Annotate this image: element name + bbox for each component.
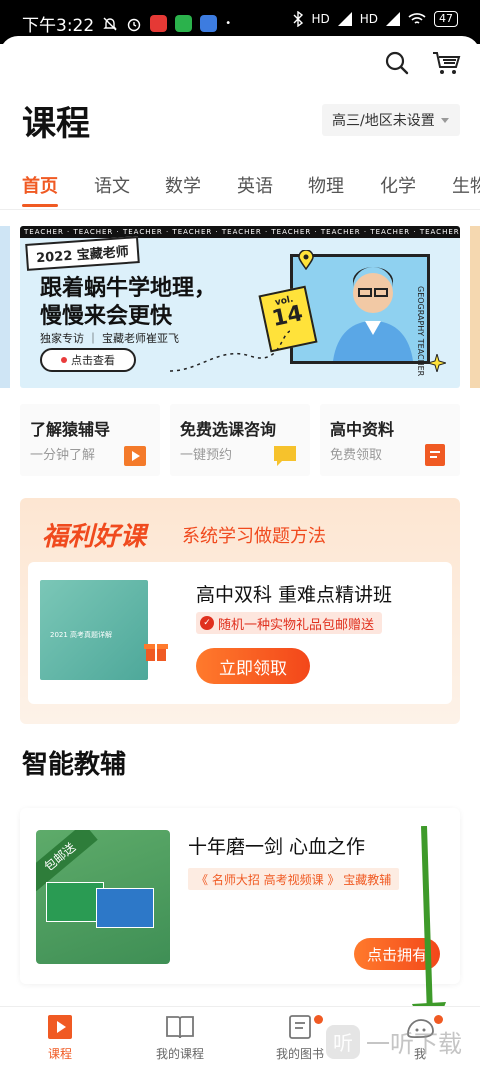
teacher-portrait: [290, 254, 430, 364]
signal-icon-2: [386, 12, 400, 26]
tutoring-product-image: 包邮送: [36, 830, 170, 964]
grade-select-label: 高三/地区未设置: [332, 113, 435, 129]
tab-home[interactable]: 首页: [22, 172, 58, 198]
course-book-image: 2021 高考真题详解: [40, 580, 148, 680]
banner-subline: 独家专访 ｜ 宝藏老师崔亚飞: [40, 332, 179, 345]
document-icon: [425, 444, 445, 466]
chat-bubble-icon: [274, 446, 296, 466]
grade-region-select[interactable]: 高三/地区未设置: [322, 104, 460, 136]
battery-indicator: 47: [434, 11, 458, 27]
banner-tag: 2022 宝藏老师: [25, 236, 140, 271]
tutoring-tag: 《 名师大招 高考视频课 》 宝藏教辅: [188, 868, 400, 890]
promo-course-title: 高中双科 重难点精讲班: [196, 584, 393, 606]
mute-bell-icon: [103, 17, 117, 30]
more-dot-icon: •: [225, 18, 232, 29]
watermark-logo-icon: 听: [326, 1024, 360, 1059]
nav-label: 我的课程: [155, 1047, 204, 1061]
sparkle-icon: [428, 354, 446, 372]
quick-card-title: 免费选课咨询: [180, 420, 277, 439]
bluetooth-icon: [293, 11, 304, 27]
quick-card-subtitle: 一键预约: [180, 448, 233, 463]
tab-chemistry[interactable]: 化学: [380, 172, 416, 198]
netease-music-icon: [150, 15, 168, 32]
section-title-smart-tutoring: 智能教辅: [22, 750, 127, 780]
tab-biology[interactable]: 生物: [452, 172, 480, 198]
banner-headline-2: 慢慢来会更快: [40, 304, 173, 329]
play-course-icon: [48, 1015, 72, 1039]
get-it-button[interactable]: 点击拥有: [354, 938, 440, 970]
claim-now-button[interactable]: 立即领取: [196, 648, 310, 684]
status-time: 下午3:22: [22, 16, 95, 36]
quick-card-subtitle: 一分钟了解: [30, 448, 96, 463]
caret-down-icon: [440, 117, 449, 123]
dotted-path-decoration: [170, 330, 290, 372]
promo-gift-label: 随机一种实物礼品包邮赠送: [218, 617, 375, 633]
gift-box-icon: [144, 644, 168, 661]
nav-label: 课程: [47, 1047, 72, 1061]
blue-book-box: [96, 888, 154, 928]
signal-hd-2: HD: [359, 12, 378, 26]
search-icon[interactable]: [384, 50, 410, 76]
active-tab-indicator: [22, 204, 58, 207]
banner-view-button[interactable]: 点击查看: [40, 348, 136, 372]
notification-dot: [314, 1015, 323, 1024]
subject-tabs: 首页 语文 数学 英语 物理 化学 生物: [0, 164, 480, 210]
promo-gift-badge: ✓ 随机一种实物礼品包邮赠送: [196, 612, 383, 634]
red-dot-icon: [61, 357, 67, 363]
welfare-course-section: 福利好课 系统学习做题方法 2021 高考真题详解 高中双科 重难点精讲班 ✓ 随…: [20, 498, 460, 724]
page-title: 课程: [22, 104, 90, 144]
status-left: 下午3:22 •: [22, 11, 231, 36]
location-pin-icon: [298, 250, 314, 270]
tab-chinese[interactable]: 语文: [94, 172, 130, 198]
nav-courses[interactable]: 课程: [0, 1013, 120, 1062]
watermark-text: 一听下载: [366, 1030, 462, 1058]
banner-prev-peek[interactable]: [0, 226, 10, 388]
app-screen: 课程 高三/地区未设置 首页 语文 数学 英语 物理 化学 生物 TEACHER…: [0, 36, 480, 1067]
promo-course-card[interactable]: 2021 高考真题详解 高中双科 重难点精讲班 ✓ 随机一种实物礼品包邮赠送 立即…: [28, 562, 452, 704]
tutoring-title: 十年磨一剑 心血之作: [188, 836, 366, 858]
wechat-icon: [175, 15, 193, 32]
cart-icon[interactable]: [432, 50, 462, 76]
notebook-icon: [289, 1015, 311, 1039]
book-icon: [166, 1016, 194, 1039]
signal-icon: [337, 12, 352, 26]
tutoring-product-card[interactable]: 包邮送 十年磨一剑 心血之作 《 名师大招 高考视频课 》 宝藏教辅 点击拥有: [20, 808, 460, 984]
quick-card-title: 了解猿辅导: [30, 420, 111, 439]
quick-card-title: 高中资料: [330, 420, 395, 439]
wifi-icon: [408, 13, 426, 24]
banner-ribbon: TEACHER · TEACHER · TEACHER · TEACHER · …: [20, 226, 460, 238]
book-cover-text: 2021 高考真题详解: [50, 631, 113, 639]
tab-math[interactable]: 数学: [165, 172, 201, 198]
tab-physics[interactable]: 物理: [308, 172, 344, 198]
tab-english[interactable]: 英语: [237, 172, 273, 198]
notification-dot: [434, 1015, 443, 1024]
play-icon: [124, 446, 146, 466]
quick-card-consult[interactable]: 免费选课咨询 一键预约: [170, 404, 310, 476]
status-right: HD HD 47: [293, 11, 458, 27]
nav-my-courses[interactable]: 我的课程: [120, 1013, 240, 1062]
banner-next-peek[interactable]: [470, 226, 480, 388]
quick-card-subtitle: 免费领取: [330, 448, 383, 463]
teacher-figure-icon: [293, 257, 427, 361]
quick-card-materials[interactable]: 高中资料 免费领取: [320, 404, 460, 476]
check-icon: ✓: [200, 616, 214, 630]
signal-hd-1: HD: [311, 12, 330, 26]
banner-vertical-text: GEOGRAPHY TEACHER: [416, 286, 425, 377]
promo-banner[interactable]: TEACHER · TEACHER · TEACHER · TEACHER · …: [20, 226, 460, 388]
banner-button-label: 点击查看: [71, 354, 115, 367]
header-actions: [384, 50, 462, 76]
quick-card-about[interactable]: 了解猿辅导 一分钟了解: [20, 404, 160, 476]
alarm-icon: [127, 18, 141, 31]
promo-subtitle: 系统学习做题方法: [182, 526, 326, 547]
watermark: 听 一听下载: [326, 1024, 462, 1059]
app-icon: [200, 15, 218, 32]
promo-title: 福利好课: [42, 522, 147, 552]
